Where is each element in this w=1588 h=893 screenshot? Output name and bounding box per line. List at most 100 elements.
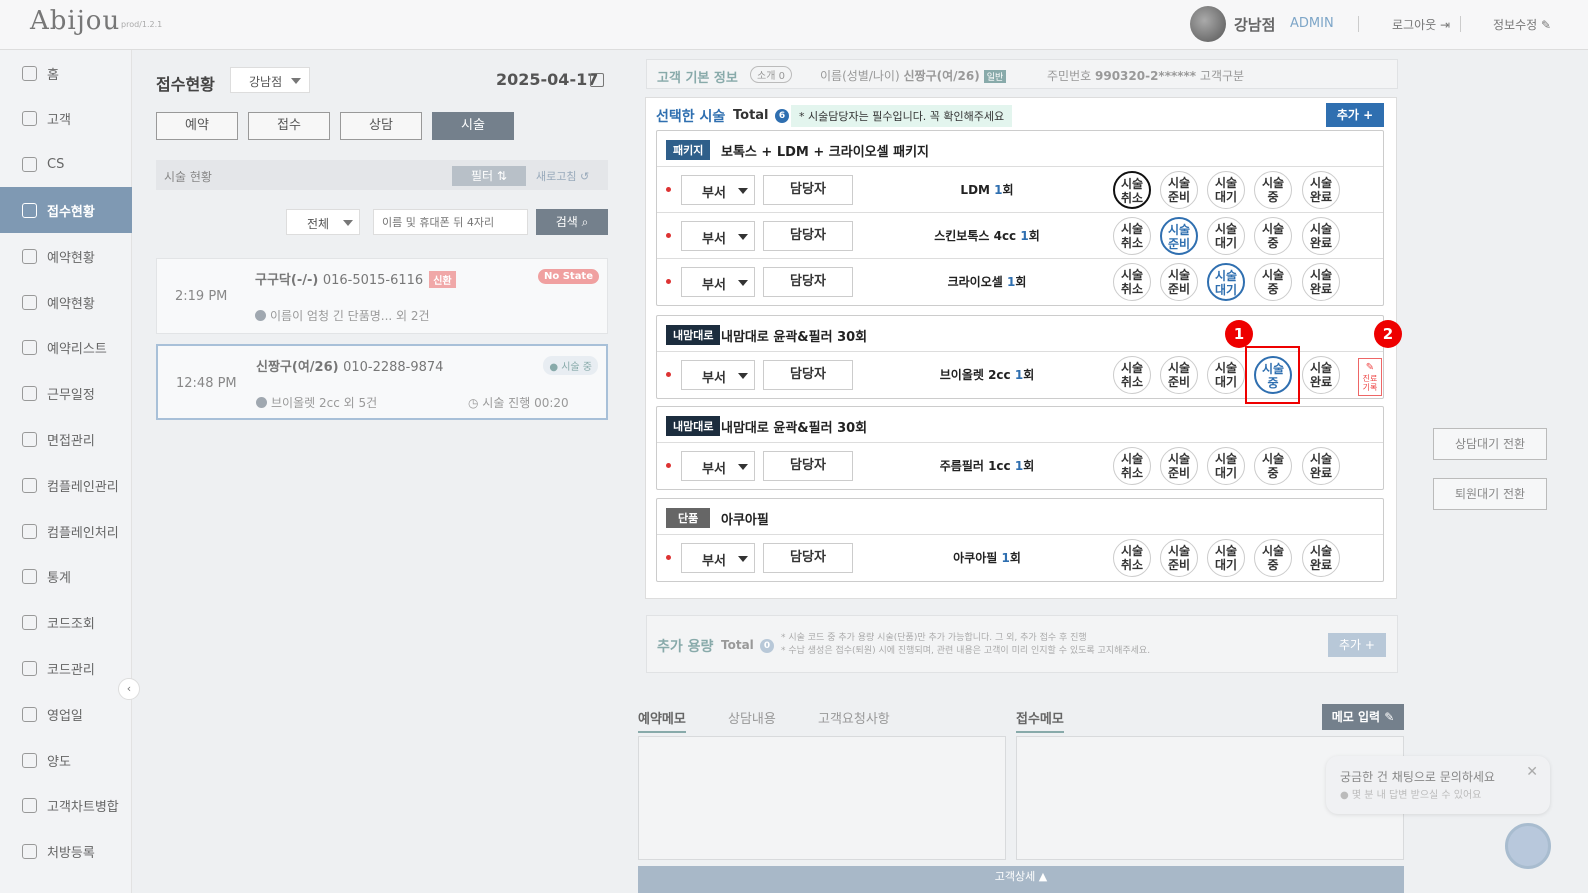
status-cancel-button[interactable]: 시술 취소 bbox=[1113, 263, 1151, 301]
dept-select[interactable]: 부서 bbox=[681, 175, 755, 205]
status-prepare-button[interactable]: 시술 준비 bbox=[1160, 171, 1198, 209]
dept-select[interactable]: 부서 bbox=[681, 543, 755, 573]
staff-select[interactable]: 담당자 bbox=[763, 175, 853, 205]
tab-reservation-memo[interactable]: 예약메모 bbox=[638, 708, 686, 733]
grade-badge: 일반 bbox=[983, 70, 1007, 83]
procedure-count: 1 bbox=[1014, 459, 1024, 473]
status-in-progress-button[interactable]: 시술 중 bbox=[1254, 539, 1292, 577]
sidebar-item[interactable]: 양도 bbox=[0, 737, 132, 783]
sidebar-item[interactable]: 예약현황 bbox=[0, 279, 132, 325]
chat-button[interactable] bbox=[1505, 823, 1551, 869]
consult-wait-button[interactable]: 상담대기 전환 bbox=[1433, 428, 1547, 460]
sidebar-item[interactable]: CS bbox=[0, 142, 132, 188]
extra-add-button[interactable]: 추가 + bbox=[1328, 633, 1386, 657]
customer-detail-bar[interactable]: 고객상세 ▲ bbox=[638, 866, 1404, 893]
status-complete-button[interactable]: 시술 완료 bbox=[1302, 171, 1340, 209]
status-in-progress-button[interactable]: 시술 중 bbox=[1254, 263, 1292, 301]
sidebar-item[interactable]: 홈 bbox=[0, 50, 132, 96]
status-wait-button[interactable]: 시술 대기 bbox=[1207, 217, 1245, 255]
tab-reception-memo[interactable]: 접수메모 bbox=[1016, 708, 1064, 733]
sidebar-item[interactable]: 예약현황 bbox=[0, 233, 132, 279]
logo[interactable]: Abijou bbox=[30, 6, 120, 36]
status-wait-button[interactable]: 시술 대기 bbox=[1207, 171, 1245, 209]
sidebar-item[interactable]: 근무일정 bbox=[0, 371, 132, 417]
tab-customer-request[interactable]: 고객요청사항 bbox=[818, 708, 890, 727]
status-wait-button[interactable]: 시술 대기 bbox=[1207, 356, 1245, 394]
dept-select[interactable]: 부서 bbox=[681, 267, 755, 297]
reservation-memo-box[interactable] bbox=[638, 736, 1006, 860]
status-complete-button[interactable]: 시술 완료 bbox=[1302, 263, 1340, 301]
memo-input-button[interactable]: 메모 입력 ✎ bbox=[1322, 704, 1404, 730]
dept-select[interactable]: 부서 bbox=[681, 451, 755, 481]
status-wait-button[interactable]: 시술 대기 bbox=[1207, 539, 1245, 577]
sidebar-item[interactable]: 코드관리 bbox=[0, 645, 132, 691]
refresh-button[interactable]: 새로고침 ↺ bbox=[536, 168, 589, 184]
status-cancel-button[interactable]: 시술 취소 bbox=[1113, 539, 1151, 577]
tab-reservation[interactable]: 예약 bbox=[156, 112, 238, 140]
store-select[interactable]: 강남점 bbox=[230, 67, 310, 93]
chat-line1: 궁금한 건 채팅으로 문의하세요 bbox=[1340, 770, 1495, 784]
dept-select[interactable]: 부서 bbox=[681, 221, 755, 251]
sidebar-item[interactable]: 컴플레인처리 bbox=[0, 508, 132, 554]
staff-select[interactable]: 담당자 bbox=[763, 360, 853, 390]
status-complete-button[interactable]: 시술 완료 bbox=[1302, 217, 1340, 255]
status-cancel-button[interactable]: 시술 취소 bbox=[1113, 171, 1151, 209]
logout-button[interactable]: 로그아웃 ⇥ bbox=[1392, 16, 1450, 33]
status-wait-button[interactable]: 시술 대기 bbox=[1207, 263, 1245, 301]
medical-record-button[interactable]: ✎ 진료 기록 bbox=[1358, 358, 1382, 396]
edit-info-button[interactable]: 정보수정 ✎ bbox=[1493, 16, 1551, 33]
status-complete-button[interactable]: 시술 완료 bbox=[1302, 356, 1340, 394]
status-prepare-button[interactable]: 시술 준비 bbox=[1160, 356, 1198, 394]
chat-popup[interactable]: 궁금한 건 채팅으로 문의하세요 ● 몇 분 내 답변 받으실 수 있어요 ✕ bbox=[1326, 756, 1550, 814]
staff-select[interactable]: 담당자 bbox=[763, 451, 853, 481]
status-prepare-button[interactable]: 시술 준비 bbox=[1160, 447, 1198, 485]
status-cancel-button[interactable]: 시술 취소 bbox=[1113, 356, 1151, 394]
calendar-icon[interactable] bbox=[590, 73, 604, 87]
close-icon[interactable]: ✕ bbox=[1526, 764, 1538, 780]
status-in-progress-button[interactable]: 시술 중 bbox=[1254, 217, 1292, 255]
reception-card[interactable]: 2:19 PM 구구닥(-/-) 016-5015-6116 신환 No Stat… bbox=[156, 258, 608, 334]
sidebar-item[interactable]: 예약리스트 bbox=[0, 325, 132, 371]
sidebar-item[interactable]: 영업일 bbox=[0, 691, 132, 737]
collapse-sidebar-button[interactable]: ‹ bbox=[118, 678, 140, 700]
sidebar-item[interactable]: 코드조회 bbox=[0, 600, 132, 646]
staff-select[interactable]: 담당자 bbox=[763, 543, 853, 573]
discharge-wait-button[interactable]: 퇴원대기 전환 bbox=[1433, 478, 1547, 510]
add-procedure-button[interactable]: 추가 + bbox=[1326, 103, 1384, 127]
staff-select[interactable]: 담당자 bbox=[763, 267, 853, 297]
sidebar-item[interactable]: 고객 bbox=[0, 96, 132, 142]
sidebar-item[interactable]: 통계 bbox=[0, 554, 132, 600]
sidebar-item-label: 근무일정 bbox=[47, 388, 95, 404]
procedure-title: LDM bbox=[960, 183, 990, 197]
staff-select[interactable]: 담당자 bbox=[763, 221, 853, 251]
status-wait-button[interactable]: 시술 대기 bbox=[1207, 447, 1245, 485]
divider bbox=[1460, 16, 1461, 32]
status-prepare-button[interactable]: 시술 준비 bbox=[1160, 263, 1198, 301]
status-complete-button[interactable]: 시술 완료 bbox=[1302, 539, 1340, 577]
sidebar-item[interactable]: 접수현황 bbox=[0, 187, 132, 234]
sidebar-item[interactable]: 컴플레인관리 bbox=[0, 462, 132, 508]
customer-info-bar: 고객 기본 정보 소개 0 이름(성별/나이) 신짱구(여/26) 일반 주민번호… bbox=[646, 59, 1398, 89]
tab-consult[interactable]: 상담 bbox=[340, 112, 422, 140]
reception-card-selected[interactable]: 12:48 PM 신짱구(여/26) 010-2288-9874 ● 시술 중 … bbox=[156, 344, 608, 420]
tab-consult-content[interactable]: 상담내용 bbox=[728, 708, 776, 727]
status-prepare-button[interactable]: 시술 준비 bbox=[1160, 217, 1198, 255]
search-input[interactable] bbox=[373, 209, 528, 235]
status-select[interactable]: 전체 bbox=[286, 209, 360, 235]
sidebar-item[interactable]: 고객차트병합 bbox=[0, 783, 132, 829]
status-prepare-button[interactable]: 시술 준비 bbox=[1160, 539, 1198, 577]
status-cancel-button[interactable]: 시술 취소 bbox=[1113, 447, 1151, 485]
tab-reception[interactable]: 접수 bbox=[248, 112, 330, 140]
dept-select[interactable]: 부서 bbox=[681, 360, 755, 390]
status-complete-button[interactable]: 시술 완료 bbox=[1302, 447, 1340, 485]
status-in-progress-button[interactable]: 시술 중 bbox=[1254, 171, 1292, 209]
status-cancel-button[interactable]: 시술 취소 bbox=[1113, 217, 1151, 255]
sidebar-item[interactable]: 처방등록 bbox=[0, 829, 132, 875]
tab-procedure[interactable]: 시술 bbox=[432, 112, 514, 140]
search-button[interactable]: 검색 ⌕ bbox=[536, 209, 608, 235]
sidebar-item[interactable]: 면접관리 bbox=[0, 416, 132, 462]
status-in-progress-button[interactable]: 시술 중 bbox=[1254, 447, 1292, 485]
total-count: 6 bbox=[775, 109, 790, 123]
intro-badge[interactable]: 소개 0 bbox=[750, 66, 792, 83]
filter-button[interactable]: 필터 ⇅ bbox=[452, 166, 526, 186]
